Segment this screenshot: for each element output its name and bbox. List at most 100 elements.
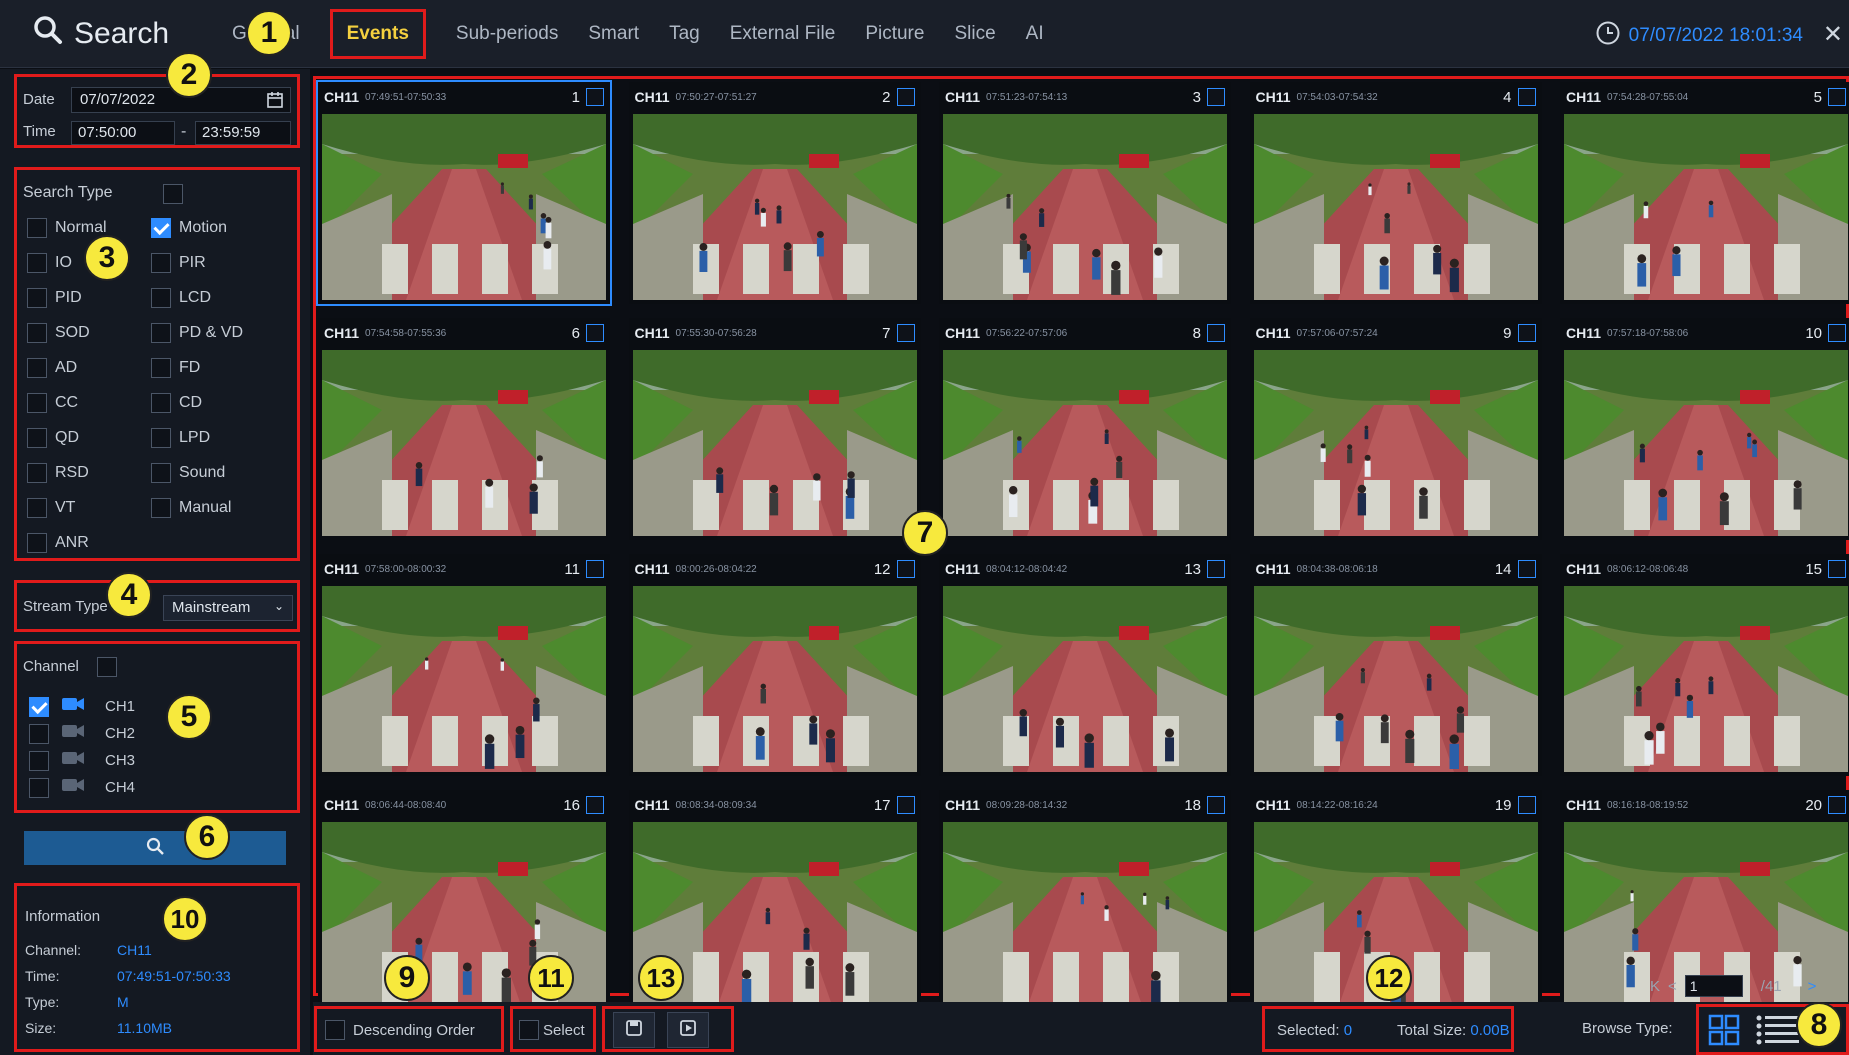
event-tile[interactable]: CH11 07:49:51-07:50:33 1 bbox=[316, 80, 612, 306]
event-select-checkbox[interactable] bbox=[896, 324, 915, 342]
search-type-option-rsd[interactable]: RSD bbox=[27, 463, 89, 483]
event-thumbnail-image[interactable] bbox=[322, 114, 606, 300]
event-select-checkbox[interactable] bbox=[1207, 560, 1225, 578]
tab-picture[interactable]: Picture bbox=[865, 17, 924, 51]
channel-item-ch1[interactable]: CH1 bbox=[29, 696, 135, 717]
event-select-checkbox[interactable] bbox=[586, 560, 604, 578]
search-type-option-fd[interactable]: FD bbox=[151, 358, 200, 378]
play-button[interactable] bbox=[667, 1012, 709, 1048]
event-tile[interactable]: CH11 07:54:03-07:54:32 4 bbox=[1249, 82, 1542, 304]
channel-item-ch4[interactable]: CH4 bbox=[29, 777, 135, 798]
search-type-option-lpd[interactable]: LPD bbox=[151, 428, 210, 448]
event-select-checkbox[interactable] bbox=[586, 796, 604, 814]
event-tile[interactable]: CH11 07:57:18-07:58:06 10 bbox=[1560, 318, 1849, 540]
search-type-option-normal[interactable]: Normal bbox=[27, 218, 107, 238]
channel-checkbox[interactable] bbox=[29, 723, 49, 744]
search-button[interactable] bbox=[24, 831, 286, 865]
search-type-checkbox[interactable] bbox=[151, 323, 171, 343]
event-tile[interactable]: CH11 07:57:06-07:57:24 9 bbox=[1249, 318, 1542, 540]
event-thumbnail-image[interactable] bbox=[943, 114, 1227, 300]
event-thumbnail-image[interactable] bbox=[632, 586, 917, 772]
search-type-option-sound[interactable]: Sound bbox=[151, 463, 225, 483]
tab-ai[interactable]: AI bbox=[1026, 17, 1044, 51]
event-select-checkbox[interactable] bbox=[1828, 560, 1846, 578]
close-icon[interactable]: ✕ bbox=[1823, 20, 1843, 49]
stream-type-select[interactable]: Mainstream ⌄ bbox=[163, 595, 293, 621]
descending-order-checkbox[interactable] bbox=[325, 1020, 345, 1040]
tab-slice[interactable]: Slice bbox=[954, 17, 995, 51]
event-thumbnail-image[interactable] bbox=[1253, 114, 1538, 300]
search-type-checkbox[interactable] bbox=[27, 533, 47, 553]
search-type-checkbox[interactable] bbox=[151, 393, 171, 413]
event-tile[interactable]: CH11 07:54:58-07:55:36 6 bbox=[318, 318, 610, 540]
search-type-all-checkbox[interactable] bbox=[163, 184, 183, 204]
search-type-checkbox[interactable] bbox=[27, 218, 47, 238]
tab-sub-periods[interactable]: Sub-periods bbox=[456, 17, 558, 51]
search-type-option-qd[interactable]: QD bbox=[27, 428, 79, 448]
select-all-checkbox[interactable] bbox=[519, 1020, 539, 1040]
backup-button[interactable] bbox=[613, 1012, 655, 1048]
search-type-option-anr[interactable]: ANR bbox=[27, 533, 89, 553]
event-thumbnail-image[interactable] bbox=[1564, 114, 1848, 300]
search-type-checkbox[interactable] bbox=[151, 218, 171, 238]
event-tile[interactable]: CH11 07:55:30-07:56:28 7 bbox=[628, 318, 921, 540]
search-type-option-sod[interactable]: SOD bbox=[27, 323, 90, 343]
event-select-checkbox[interactable] bbox=[1517, 560, 1536, 578]
event-tile[interactable]: CH11 07:54:28-07:55:04 5 bbox=[1560, 82, 1849, 304]
search-type-checkbox[interactable] bbox=[27, 253, 47, 273]
search-type-option-ad[interactable]: AD bbox=[27, 358, 77, 378]
channel-item-ch3[interactable]: CH3 bbox=[29, 750, 135, 771]
event-thumbnail-image[interactable] bbox=[322, 350, 606, 536]
search-type-option-motion[interactable]: Motion bbox=[151, 218, 227, 238]
search-type-option-pid[interactable]: PID bbox=[27, 288, 82, 308]
event-tile[interactable]: CH11 08:09:28-08:14:32 18 bbox=[939, 790, 1231, 1012]
event-select-checkbox[interactable] bbox=[1207, 796, 1225, 814]
search-type-checkbox[interactable] bbox=[27, 358, 47, 378]
tab-events[interactable]: Events bbox=[329, 9, 426, 59]
calendar-icon[interactable] bbox=[266, 91, 284, 113]
event-select-checkbox[interactable] bbox=[896, 560, 915, 578]
search-type-checkbox[interactable] bbox=[27, 288, 47, 308]
event-select-checkbox[interactable] bbox=[1828, 324, 1846, 342]
event-select-checkbox[interactable] bbox=[1207, 88, 1225, 106]
event-tile[interactable]: CH11 07:50:27-07:51:27 2 bbox=[628, 82, 921, 304]
event-thumbnail-image[interactable] bbox=[322, 586, 606, 772]
event-thumbnail-image[interactable] bbox=[632, 114, 917, 300]
search-type-option-io[interactable]: IO bbox=[27, 253, 72, 273]
event-select-checkbox[interactable] bbox=[1828, 796, 1846, 814]
event-tile[interactable]: CH11 07:51:23-07:54:13 3 bbox=[939, 82, 1231, 304]
event-thumbnail-image[interactable] bbox=[943, 586, 1227, 772]
event-tile[interactable]: CH11 08:04:38-08:06:18 14 bbox=[1249, 554, 1542, 776]
select-option[interactable]: Select bbox=[519, 1020, 585, 1040]
search-type-checkbox[interactable] bbox=[27, 428, 47, 448]
search-type-checkbox[interactable] bbox=[27, 323, 47, 343]
page-input[interactable] bbox=[1684, 975, 1743, 997]
event-select-checkbox[interactable] bbox=[586, 324, 604, 342]
search-type-option-manual[interactable]: Manual bbox=[151, 498, 231, 518]
event-select-checkbox[interactable] bbox=[1517, 88, 1536, 106]
channel-checkbox[interactable] bbox=[29, 696, 49, 717]
event-select-checkbox[interactable] bbox=[1517, 324, 1536, 342]
event-tile[interactable]: CH11 07:56:22-07:57:06 8 bbox=[939, 318, 1231, 540]
search-type-option-cc[interactable]: CC bbox=[27, 393, 78, 413]
event-thumbnail-image[interactable] bbox=[943, 822, 1227, 1008]
search-type-option-pd-vd[interactable]: PD & VD bbox=[151, 323, 243, 343]
descending-order-option[interactable]: Descending Order bbox=[325, 1020, 475, 1040]
event-thumbnail-image[interactable] bbox=[632, 350, 917, 536]
search-type-checkbox[interactable] bbox=[151, 358, 171, 378]
search-type-checkbox[interactable] bbox=[151, 463, 171, 483]
event-tile[interactable]: CH11 08:00:26-08:04:22 12 bbox=[628, 554, 921, 776]
search-type-option-pir[interactable]: PIR bbox=[151, 253, 206, 273]
search-type-checkbox[interactable] bbox=[27, 393, 47, 413]
search-type-checkbox[interactable] bbox=[151, 288, 171, 308]
first-page-icon[interactable]: K bbox=[1650, 978, 1660, 995]
next-page-icon[interactable]: > bbox=[1808, 978, 1817, 995]
event-thumbnail-image[interactable] bbox=[943, 350, 1227, 536]
search-type-checkbox[interactable] bbox=[27, 498, 47, 518]
event-thumbnail-image[interactable] bbox=[1253, 350, 1538, 536]
search-type-checkbox[interactable] bbox=[151, 253, 171, 273]
thumbnail-view-icon[interactable] bbox=[1707, 1013, 1741, 1052]
event-tile[interactable]: CH11 08:06:12-08:06:48 15 bbox=[1560, 554, 1849, 776]
event-select-checkbox[interactable] bbox=[1517, 796, 1536, 814]
event-select-checkbox[interactable] bbox=[896, 796, 915, 814]
